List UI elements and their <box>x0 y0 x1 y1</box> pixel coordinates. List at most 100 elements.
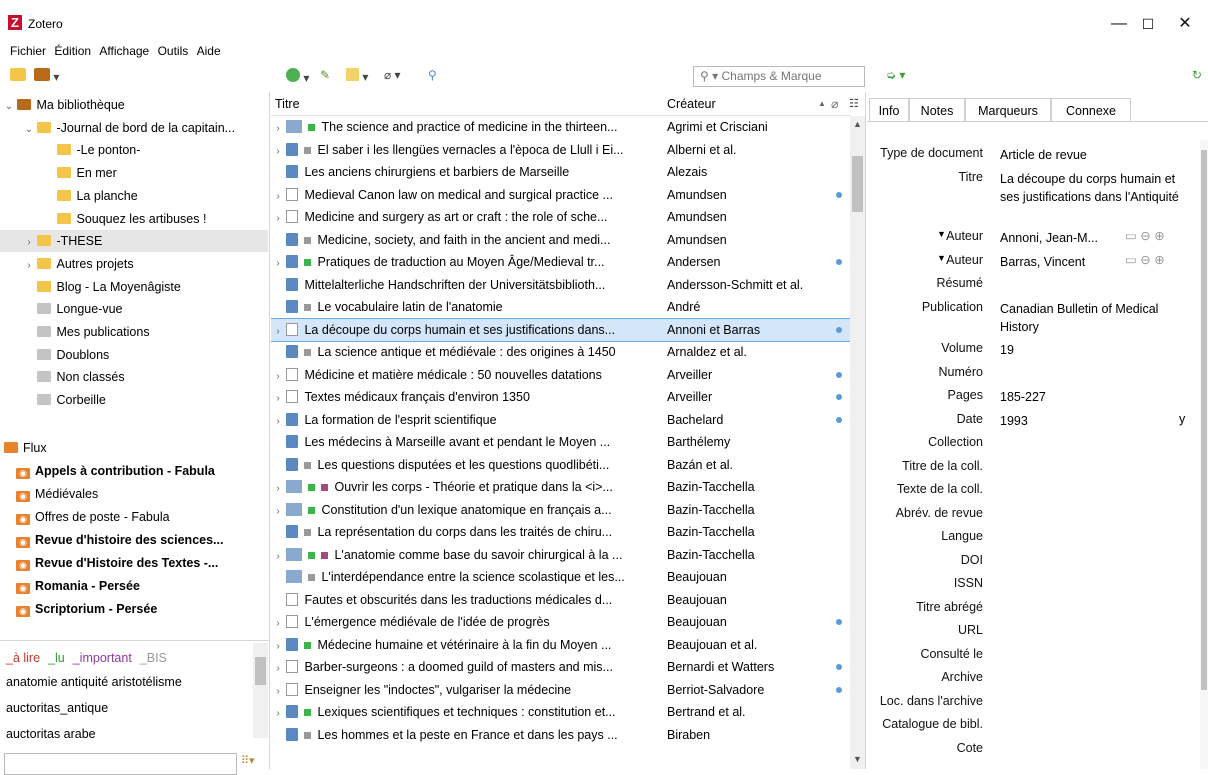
expand-icon[interactable]: › <box>273 478 283 500</box>
expand-icon[interactable]: › <box>273 388 283 410</box>
colored-tag[interactable]: _à lire <box>6 651 40 665</box>
attachment-dot-icon[interactable] <box>836 326 842 333</box>
new-library-icon[interactable]: ▾ <box>34 68 59 86</box>
field-value[interactable]: 19 <box>1000 341 1195 359</box>
close-button[interactable]: ✕ <box>1162 10 1208 38</box>
collection-item[interactable]: Mes publications <box>0 321 268 343</box>
collection-item[interactable]: Longue-vue <box>0 298 268 320</box>
feed-item[interactable]: ◉ Romania - Persée <box>0 575 268 597</box>
expand-icon[interactable]: › <box>273 253 283 275</box>
collection-item[interactable]: Corbeille <box>0 389 268 411</box>
item-row[interactable]: Les hommes et la peste en France et dans… <box>271 724 850 746</box>
menu-fichier[interactable]: Fichier <box>10 44 46 58</box>
expand-icon[interactable]: › <box>273 321 283 343</box>
feeds-header[interactable]: Flux <box>0 437 268 459</box>
collection-item[interactable]: Blog - La Moyenâgiste <box>0 276 268 298</box>
item-row[interactable]: Les médecins à Marseille avant et pendan… <box>271 431 850 453</box>
item-row[interactable]: Les questions disputées et les questions… <box>271 454 850 476</box>
attachment-dot-icon[interactable] <box>836 619 842 625</box>
collection-item[interactable]: › -THESE <box>0 230 268 253</box>
feed-item[interactable]: ◉ Revue d'histoire des sciences... <box>0 529 268 551</box>
item-row[interactable]: › The science and practice of medicine i… <box>271 116 850 138</box>
field-value[interactable]: 1993 <box>1000 412 1195 430</box>
tag-row[interactable]: auctoritas arabe <box>6 727 96 741</box>
feed-item[interactable]: ◉ Revue d'Histoire des Textes -... <box>0 552 268 574</box>
item-row[interactable]: Le vocabulaire latin de l'anatomie André <box>271 296 850 318</box>
attachment-dot-icon[interactable] <box>836 371 842 378</box>
item-row[interactable]: › Constitution d'un lexique anatomique e… <box>271 499 850 521</box>
collection-item[interactable]: ⌄ -Journal de bord de la capitain... <box>0 117 268 139</box>
collection-item[interactable]: Souquez les artibuses ! <box>0 208 268 230</box>
items-scrollbar[interactable]: ▲ ▼ <box>850 116 865 769</box>
column-title[interactable]: Titre <box>275 92 300 116</box>
collection-item[interactable]: › Autres projets <box>0 253 268 275</box>
attachment-column-icon[interactable]: ⌀ <box>831 92 839 116</box>
item-row[interactable]: › Medieval Canon law on medical and surg… <box>271 184 850 206</box>
tag-scrollbar[interactable] <box>253 643 268 738</box>
attachment-dot-icon[interactable] <box>836 416 842 423</box>
new-item-icon[interactable]: ▾ <box>286 68 309 86</box>
item-row[interactable]: › Médecine humaine et vétérinaire à la f… <box>271 634 850 656</box>
item-row[interactable]: › Enseigner les "indoctes", vulgariser l… <box>271 679 850 701</box>
twisty-icon[interactable]: ⌄ <box>4 96 14 116</box>
expand-icon[interactable]: › <box>273 208 283 230</box>
item-row[interactable]: Medicine, society, and faith in the anci… <box>271 229 850 251</box>
colored-tag[interactable]: _lu <box>48 651 65 665</box>
item-row[interactable]: La représentation du corps dans les trai… <box>271 521 850 543</box>
feed-item[interactable]: ◉ Offres de poste - Fabula <box>0 506 268 528</box>
collection-item[interactable]: En mer <box>0 162 268 184</box>
item-row[interactable]: › Ouvrir les corps - Théorie et pratique… <box>271 476 850 498</box>
attachment-dot-icon[interactable] <box>836 259 842 265</box>
item-row[interactable]: › Médicine et matière médicale : 50 nouv… <box>271 364 850 386</box>
search-input[interactable]: ⚲ ▾ Champs & Marque <box>693 66 865 87</box>
sync-icon[interactable]: ↻ <box>1192 68 1202 86</box>
twisty-icon[interactable]: › <box>24 255 34 275</box>
item-row[interactable]: Fautes et obscurités dans les traduction… <box>271 589 850 611</box>
tag-row[interactable]: auctoritas_antique <box>6 701 108 715</box>
attachment-dot-icon[interactable] <box>836 664 842 670</box>
expand-icon[interactable]: › <box>273 118 283 140</box>
collection-item[interactable]: Doublons <box>0 344 268 366</box>
item-row[interactable]: › Medicine and surgery as art or craft :… <box>271 206 850 228</box>
advanced-search-icon[interactable]: ⚲ <box>428 68 437 86</box>
menu-affichage[interactable]: Affichage <box>99 44 149 58</box>
expand-icon[interactable]: › <box>273 411 283 433</box>
item-row[interactable]: La science antique et médiévale : des or… <box>271 341 850 363</box>
creator-type-icon[interactable]: ▼ <box>937 253 946 263</box>
item-row[interactable]: › El saber i les llengües vernacles a l'… <box>271 139 850 161</box>
attachment-dot-icon[interactable] <box>836 394 842 400</box>
menu-edition[interactable]: Édition <box>54 44 91 58</box>
attachment-dot-icon[interactable] <box>836 686 842 693</box>
new-note-icon[interactable]: ▾ <box>346 68 368 86</box>
item-row[interactable]: › L'émergence médiévale de l'idée de pro… <box>271 611 850 633</box>
expand-icon[interactable]: › <box>273 703 283 725</box>
expand-icon[interactable]: › <box>273 546 283 568</box>
item-row[interactable]: › Lexiques scientifiques et techniques :… <box>271 701 850 723</box>
collection-item[interactable]: Non classés <box>0 366 268 388</box>
twisty-icon[interactable]: ⌄ <box>24 119 34 139</box>
expand-icon[interactable]: › <box>273 681 283 703</box>
add-by-identifier-icon[interactable]: ✎ <box>320 68 330 86</box>
author-controls-icon[interactable]: ▭ ⊖ ⊕ <box>1125 228 1165 243</box>
menu-outils[interactable]: Outils <box>158 44 189 58</box>
collection-item[interactable]: ⌄ Ma bibliothèque <box>0 94 268 116</box>
item-row[interactable]: › La formation de l'esprit scientifique B… <box>271 409 850 431</box>
item-row[interactable]: › La découpe du corps humain et ses just… <box>271 317 851 343</box>
locate-icon[interactable]: ➭ ▾ <box>886 68 905 86</box>
item-row[interactable]: › Barber-surgeons : a doomed guild of ma… <box>271 656 850 678</box>
feed-item[interactable]: ◉ Appels à contribution - Fabula <box>0 460 268 482</box>
expand-icon[interactable]: › <box>273 501 283 523</box>
colored-tag[interactable]: _important <box>73 651 132 665</box>
creator-type-icon[interactable]: ▼ <box>937 229 946 239</box>
expand-icon[interactable]: › <box>273 141 283 163</box>
attachment-dot-icon[interactable] <box>836 191 842 198</box>
feed-item[interactable]: ◉ Médiévales <box>0 483 268 505</box>
tab-info[interactable]: Info <box>869 98 909 122</box>
item-row[interactable]: Mittelalterliche Handschriften der Unive… <box>271 274 850 296</box>
tab-marqueurs[interactable]: Marqueurs <box>965 98 1051 122</box>
collection-item[interactable]: -Le ponton- <box>0 139 268 161</box>
field-value[interactable]: Barras, Vincent <box>1000 253 1195 271</box>
tag-filter-input[interactable] <box>4 753 237 775</box>
expand-icon[interactable]: › <box>273 366 283 388</box>
tab-connexe[interactable]: Connexe <box>1051 98 1131 122</box>
